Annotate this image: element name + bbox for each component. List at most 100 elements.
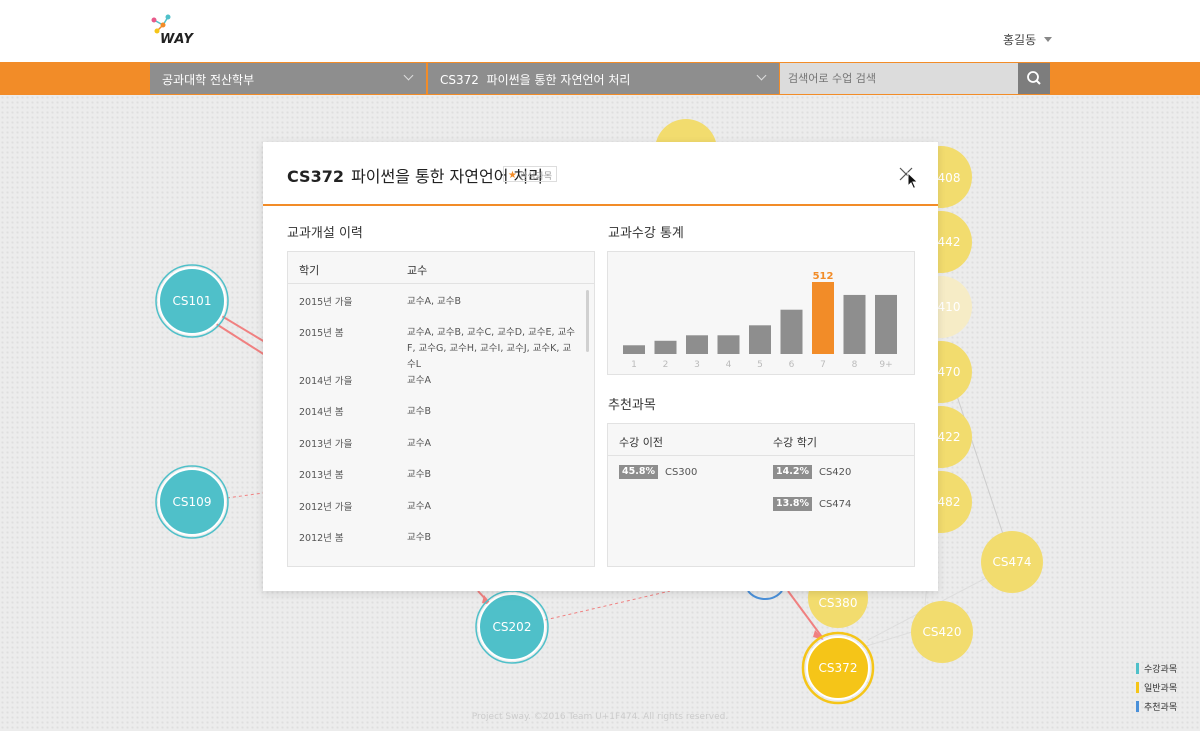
column-header-semester: 학기 [299,264,320,277]
node-label: CS474 [993,555,1032,569]
legend-item: 수강과목 [1136,659,1177,678]
search-icon [1027,71,1041,85]
node-label: CS202 [493,620,532,634]
node-label: CS372 [819,661,858,675]
course-select-value: CS372 파이썬을 통한 자연언어 처리 [440,73,631,87]
professor-cell: 교수A [407,501,431,512]
professor-cell: 교수A, 교수B [407,296,462,307]
legend-swatch [1136,701,1139,712]
professor-cell: 교수B [407,406,431,417]
column-header-during: 수강 학기 [773,436,817,449]
node-label: CS109 [173,495,212,509]
semester-cell: 2013년 봄 [299,470,344,481]
percent-badge: 14.2% [773,465,812,479]
node-label: 422 [938,430,961,444]
edge [226,492,264,499]
node-label: 482 [938,495,961,509]
stats-bar-chart: 1 2 3 4 5 6 7 512 8 9+ [623,271,897,370]
course-detail-modal: CS372 파이썬을 통한 자연언어 처리 ★ 관심과목 교과개설 이력 교과수… [263,142,938,591]
edge [544,590,671,621]
legend-swatch [1136,682,1139,693]
professor-cell: 교수A, 교수B, 교수C, 교수D, 교수E, 교수F, 교수G, 교수H, … [407,327,576,370]
history-table-header: 학기 교수 [288,252,594,284]
user-menu[interactable]: 홍길동 [1003,31,1053,48]
logo[interactable]: WAY [148,14,193,50]
recommend-course: CS420 [818,466,852,478]
chart-tick-label: 1 [631,360,637,370]
footer: Project Sway. ©2016 Team U+1F474. All ri… [471,712,729,722]
graph-node-cs372[interactable]: CS372 [801,631,875,705]
legend-item: 일반과목 [1136,678,1177,697]
semester-cell: 2013년 가을 [299,439,353,450]
chart-tick-label: 3 [694,360,700,370]
recommend-course: CS474 [818,498,852,510]
scrollbar-thumb[interactable] [586,290,589,352]
modal-header: CS372 파이썬을 통한 자연언어 처리 ★ 관심과목 [263,142,938,206]
edge [859,631,913,649]
department-select-value: 공과대학 전산학부 [162,73,255,87]
course-select[interactable]: CS372 파이썬을 통한 자연언어 처리 [428,63,779,94]
recommend-item[interactable]: 13.8% CS474 [773,497,851,511]
recommend-item[interactable]: 14.2% CS420 [773,465,851,479]
course-code: CS372 [287,167,344,186]
semester-cell: 2012년 봄 [299,533,344,544]
recommend-table-header: 수강 이전 수강 학기 [608,424,914,456]
semester-cell: 2015년 봄 [299,328,344,339]
graph-node-cs420[interactable]: CS420 [911,601,973,663]
professor-cell: 교수B [407,469,431,480]
chart-tick-label: 6 [789,360,795,370]
caret-down-icon [1044,37,1053,42]
legend-swatch [1136,663,1139,674]
chart-tick-label: 8 [852,360,858,370]
history-table: 학기 교수 2015년 가을 교수A, 교수B 2015년 봄 교수A, 교수B… [287,251,595,567]
department-select[interactable]: 공과대학 전산학부 [150,63,426,94]
graph-node-cs101[interactable]: CS101 [155,264,229,338]
stats-chart-box: 1 2 3 4 5 6 7 512 8 9+ [607,251,915,375]
graph-node-cs202[interactable]: CS202 [475,590,549,664]
professor-cell: 교수A [407,375,431,386]
semester-cell: 2014년 가을 [299,376,353,387]
node-label: CS101 [173,294,212,308]
chart-bar [654,340,677,354]
graph-node-cs109[interactable]: CS109 [155,465,229,539]
chart-tick-label: 2 [663,360,669,370]
node-label: CS420 [923,625,962,639]
semester-cell: 2014년 봄 [299,407,344,418]
chart-tick-label: 4 [726,360,732,370]
chevron-down-icon [403,70,414,81]
semester-cell: 2015년 가을 [299,297,353,308]
stats-title: 교과수강 통계 [608,226,684,241]
chart-bar [749,325,771,354]
history-title: 교과개설 이력 [287,226,363,241]
mouse-cursor-icon [907,172,919,190]
chart-bar [875,294,897,354]
graph-node-blue[interactable] [747,590,783,601]
chart-bar [686,335,708,354]
chart-bar [717,335,740,354]
chart-bar [812,282,834,354]
search-button[interactable] [1018,63,1050,94]
recommend-course: CS300 [664,466,698,478]
graph-node-cs474[interactable]: CS474 [981,531,1043,593]
favorite-button[interactable]: ★ 관심과목 [503,166,558,182]
chart-bar [843,294,866,354]
recommend-title: 추천과목 [608,398,656,413]
chart-tick-label: 9+ [879,360,892,370]
recommend-item[interactable]: 45.8% CS300 [619,465,697,479]
search-input[interactable] [780,63,1018,94]
percent-badge: 13.8% [773,497,812,511]
professor-cell: 교수A [407,438,431,449]
chart-bar [780,309,803,354]
chart-data-label: 512 [813,271,834,282]
chart-tick-label: 7 [820,360,826,370]
legend-label: 수강과목 [1144,665,1178,675]
percent-badge: 45.8% [619,465,658,479]
node-label: 410 [938,300,961,314]
column-header-before: 수강 이전 [619,436,663,449]
chart-bar [623,345,645,354]
semester-cell: 2012년 가을 [299,502,353,513]
recommend-table: 수강 이전 수강 학기 45.8% CS300 14.2% CS420 13.8… [607,423,915,567]
chevron-down-icon [756,70,767,81]
node-label: 442 [938,235,961,249]
graph-legend: 수강과목 일반과목 추천과목 [1136,659,1177,716]
